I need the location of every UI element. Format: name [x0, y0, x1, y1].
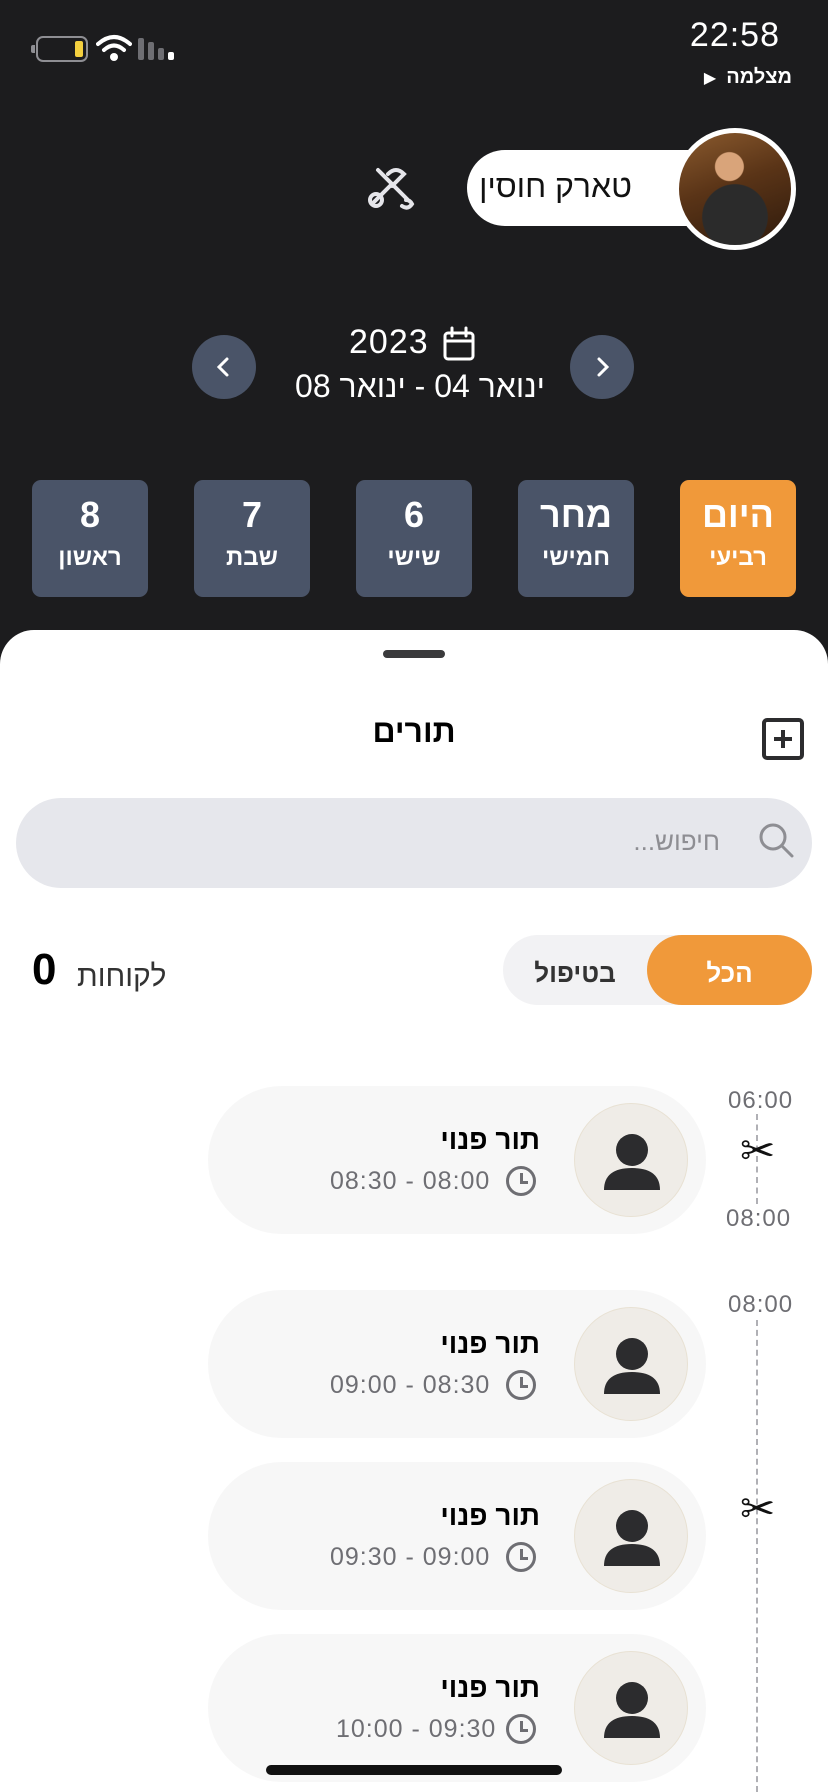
day-tile-bottom: ראשון [58, 544, 122, 571]
day-tile-top: מחר [539, 494, 613, 535]
person-icon [574, 1479, 688, 1593]
day-tile-bottom: שבת [226, 544, 278, 571]
appointment-title: תור פנוי [440, 1124, 540, 1155]
calendar-icon[interactable] [442, 326, 476, 367]
clock-icon [506, 1370, 536, 1400]
appointment-time: 09:00 - 08:30 [330, 1371, 491, 1399]
wifi-icon [96, 34, 132, 67]
day-tile-today[interactable]: היום רביעי [680, 480, 796, 597]
filter-in-treatment-button[interactable]: בטיפול [503, 958, 647, 989]
day-tile-bottom: שישי [387, 544, 441, 571]
sheet-drag-handle[interactable] [383, 650, 445, 658]
status-time: 22:58 [689, 16, 780, 54]
avatar[interactable] [674, 128, 796, 250]
filter-all-label: הכל [706, 958, 753, 988]
appointment-time: 09:30 - 09:00 [330, 1543, 491, 1571]
previous-week-button[interactable] [192, 335, 256, 399]
search-placeholder: חיפוש... [633, 826, 720, 856]
day-tile-top: היום [702, 494, 774, 535]
add-appointment-button[interactable] [762, 718, 804, 760]
timeline-time-label: 08:00 [726, 1205, 792, 1232]
timeline-time-label: 06:00 [728, 1087, 794, 1114]
day-tile-saturday[interactable]: 7 שבת [194, 480, 310, 597]
day-tile-bottom: רביעי [709, 544, 767, 571]
day-tile-top: 7 [241, 494, 263, 535]
day-tile-sunday[interactable]: 8 ראשון [32, 480, 148, 597]
day-tile-tomorrow[interactable]: מחר חמישי [518, 480, 634, 597]
next-week-button[interactable] [570, 335, 634, 399]
appointment-time: 10:00 - 09:30 [336, 1715, 497, 1743]
scissors-icon: ✂ [740, 1127, 776, 1174]
timeline-time-label: 08:00 [728, 1291, 794, 1318]
timeline-line [756, 1320, 758, 1792]
date-range: ינואר 04 - ינואר 08 [295, 368, 545, 404]
day-tile-bottom: חמישי [541, 544, 611, 571]
back-app-label: מצלמה [726, 66, 792, 88]
scissors-icon: ✂ [740, 1485, 776, 1532]
day-tile-top: 6 [403, 494, 425, 535]
signal-icon [138, 38, 174, 60]
appointment-title: תור פנוי [440, 1672, 540, 1703]
tools-icon[interactable] [362, 160, 418, 221]
user-name: טארק חוסין [479, 168, 632, 204]
clients-label: לקוחות [77, 960, 167, 993]
year-label: 2023 [349, 323, 429, 361]
back-to-app-link[interactable]: מצלמה ▶ [704, 66, 792, 89]
home-indicator[interactable] [266, 1765, 562, 1775]
chevron-right-icon [597, 357, 610, 377]
day-tile-top: 8 [79, 494, 101, 535]
person-icon [574, 1307, 688, 1421]
clock-icon [506, 1542, 536, 1572]
sheet-title: תורים [372, 713, 456, 749]
day-tile-friday[interactable]: 6 שישי [356, 480, 472, 597]
clock-icon [506, 1166, 536, 1196]
search-icon [756, 820, 796, 865]
chevron-left-icon [216, 357, 229, 377]
clients-count: 0 [32, 945, 57, 994]
battery-icon [31, 36, 88, 62]
play-icon: ▶ [703, 69, 717, 87]
appointment-title: תור פנוי [440, 1500, 540, 1531]
appointment-time: 08:30 - 08:00 [330, 1167, 491, 1195]
person-icon [574, 1103, 688, 1217]
person-icon [574, 1651, 688, 1765]
appointment-title: תור פנוי [440, 1328, 540, 1359]
clock-icon [506, 1714, 536, 1744]
